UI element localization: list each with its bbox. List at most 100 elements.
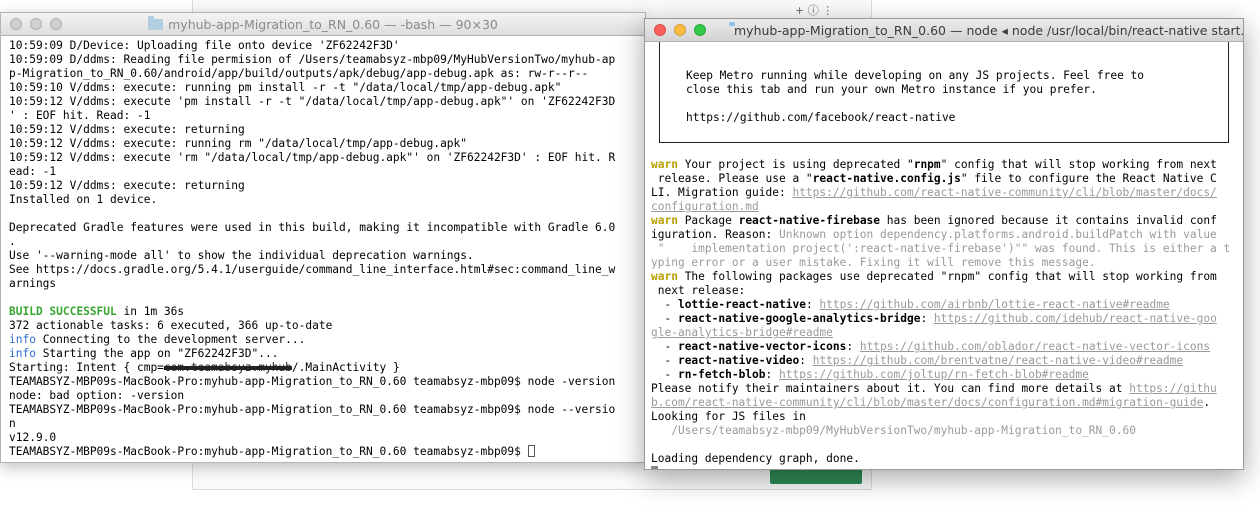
terminal-text: rnpm	[913, 158, 941, 171]
terminal-line: - react-native-vector-icons: https://git…	[651, 340, 1230, 354]
terminal-link[interactable]: configuration.md	[651, 200, 759, 213]
terminal-text: /.MainActivity }	[291, 361, 400, 374]
terminal-text: react-native.config.js	[812, 172, 961, 185]
zoom-button[interactable]	[50, 18, 62, 30]
terminal-text: iguration. Reason:	[651, 228, 779, 241]
terminal-line: /Users/teamabsyz-mbp09/MyHubVersionTwo/m…	[651, 424, 1230, 438]
metro-info-text: Keep Metro running while developing on a…	[686, 69, 1144, 125]
terminal-text: :	[846, 340, 860, 353]
background-extension-icons: + ⓘ ⋮	[795, 4, 834, 17]
terminal-text: v12.9.0	[9, 431, 57, 444]
terminal-text: TEAMABSYZ-MBP09s-MacBook-Pro:myhub-app-M…	[9, 375, 616, 388]
terminal-text: Please notify their maintainers about it…	[651, 382, 1130, 395]
terminal-line: See https://docs.gradle.org/5.4.1/usergu…	[9, 263, 645, 277]
terminal-line: node: bad option: -version	[9, 389, 645, 403]
terminal-text: Your project is using deprecated "	[677, 158, 914, 171]
terminal-text: 10:59:09 D/ddms: Reading file permision …	[9, 53, 616, 66]
terminal-text: 10:59:12 V/ddms: execute 'rm "/data/loca…	[9, 151, 616, 164]
terminal-line: .	[9, 235, 645, 249]
terminal-line: 10:59:12 V/ddms: execute: returning	[9, 179, 645, 193]
window-controls	[654, 24, 706, 36]
metro-terminal-window[interactable]: myhub-app-Migration_to_RN_0.60 — node ◂ …	[644, 18, 1244, 470]
terminal-text: -	[651, 298, 678, 311]
terminal-line: yping error or a user mistake. Fixing it…	[651, 256, 1230, 270]
terminal-line: iguration. Reason: Unknown option depend…	[651, 228, 1230, 242]
terminal-line: info Starting the app on "ZF62242F3D"...	[9, 347, 645, 361]
terminal-text: /Users/teamabsyz-mbp09/MyHubVersionTwo/m…	[651, 424, 1136, 437]
terminal-line: - react-native-google-analytics-bridge: …	[651, 312, 1230, 326]
terminal-link[interactable]: https://github.com/oblador/react-native-…	[860, 340, 1210, 353]
terminal-link[interactable]: https://github.com/brentvatne/react-nati…	[813, 354, 1183, 367]
terminal-link[interactable]: b.com/react-native-community/cli/blob/ma…	[651, 396, 1203, 409]
terminal-line: configuration.md	[651, 200, 1230, 214]
terminal-link[interactable]: https://github.com/react-native-communit…	[792, 186, 1216, 199]
terminal-text: 372 actionable tasks: 6 executed, 366 up…	[9, 319, 333, 332]
terminal-text: has been ignored because it contains inv…	[880, 214, 1217, 227]
terminal-line: ead: -1	[9, 165, 645, 179]
terminal-line: next release:	[651, 284, 1230, 298]
terminal-line: TEAMABSYZ-MBP09s-MacBook-Pro:myhub-app-M…	[9, 375, 645, 389]
terminal-text: lottie-react-native	[677, 298, 806, 311]
terminal-text: https://github.com/facebook/react-native	[686, 111, 956, 124]
terminal-text: BUILD SUCCESSFUL	[9, 305, 117, 318]
terminal-text: Installed on 1 device.	[9, 193, 158, 206]
minimize-button[interactable]	[30, 18, 42, 30]
terminal-text: The following packages use deprecated "r…	[677, 270, 1217, 283]
close-button[interactable]	[10, 18, 22, 30]
terminal-line: Looking for JS files in	[651, 410, 1230, 424]
close-button[interactable]	[654, 24, 666, 36]
window-title: myhub-app-Migration_to_RN_0.60 — node ◂ …	[734, 22, 1243, 38]
terminal-line: - lottie-react-native: https://github.co…	[651, 298, 1230, 312]
terminal-text: ' : EOF hit. Read: -1	[9, 109, 151, 122]
terminal-text: 10:59:09 D/Device: Uploading file onto d…	[9, 39, 400, 52]
terminal-line: 10:59:10 V/ddms: execute: running pm ins…	[9, 81, 645, 95]
bash-terminal-output[interactable]: 10:59:09 D/Device: Uploading file onto d…	[1, 36, 645, 459]
metro-terminal-output[interactable]: warn Your project is using deprecated "r…	[651, 144, 1231, 469]
zoom-button[interactable]	[694, 24, 706, 36]
terminal-line: 10:59:12 V/ddms: execute: returning	[9, 123, 645, 137]
terminal-line: Please notify their maintainers about it…	[651, 382, 1230, 396]
terminal-text: p-Migration_to_RN_0.60/android/app/build…	[9, 67, 589, 80]
terminal-line: 10:59:12 V/ddms: execute: running rm "/d…	[9, 137, 645, 151]
terminal-link[interactable]: https://githu	[1129, 382, 1217, 395]
terminal-text: info	[9, 347, 36, 360]
terminal-text: -	[651, 368, 678, 381]
terminal-text: react-native-vector-icons	[677, 340, 847, 353]
terminal-text: com.teamabsyz.myhub	[163, 361, 292, 374]
terminal-line: " implementation project(':react-native-…	[651, 242, 1231, 256]
terminal-text: yping error or a user mistake. Fixing it…	[651, 256, 1096, 269]
terminal-text: Package	[677, 214, 739, 227]
terminal-link[interactable]: https://github.com/airbnb/lottie-react-n…	[819, 298, 1169, 311]
terminal-link[interactable]: https://github.com/idehub/react-native-g…	[934, 312, 1217, 325]
terminal-line: Starting: Intent { cmp=com.teamabsyz.myh…	[9, 361, 645, 375]
terminal-text: 10:59:12 V/ddms: execute: returning	[9, 123, 245, 136]
terminal-text: " config that will stop working from nex…	[940, 158, 1217, 171]
terminal-line: warn Your project is using deprecated "r…	[651, 158, 1230, 172]
minimize-button[interactable]	[674, 24, 686, 36]
terminal-line: - react-native-video: https://github.com…	[651, 354, 1230, 368]
terminal-link[interactable]: https://github.com/joltup/rn-fetch-blob#…	[779, 368, 1089, 381]
terminal-line: 10:59:12 V/ddms: execute 'rm "/data/loca…	[9, 151, 645, 165]
terminal-text: TEAMABSYZ-MBP09s-MacBook-Pro:myhub-app-M…	[9, 445, 528, 458]
terminal-text: 10:59:12 V/ddms: execute 'pm install -r …	[9, 95, 616, 108]
folder-icon	[148, 15, 164, 30]
metro-terminal-titlebar[interactable]: myhub-app-Migration_to_RN_0.60 — node ◂ …	[645, 19, 1243, 42]
terminal-text: in 1m 36s	[116, 305, 185, 318]
terminal-text: 10:59:12 V/ddms: execute: running rm "/d…	[9, 137, 468, 150]
terminal-link[interactable]: gle-analytics-bridge#readme	[651, 326, 833, 339]
bash-terminal-titlebar[interactable]: myhub-app-Migration_to_RN_0.60 — -bash —…	[1, 13, 645, 36]
terminal-text: Looking for JS files in	[651, 410, 806, 423]
metro-info-box: Keep Metro running while developing on a…	[659, 42, 1229, 143]
terminal-text: release. Please use a "	[651, 172, 813, 185]
terminal-text: node: bad option: -version	[9, 389, 185, 402]
terminal-line: n	[9, 417, 645, 431]
terminal-text: .	[1203, 396, 1211, 409]
terminal-line: p-Migration_to_RN_0.60/android/app/build…	[9, 67, 645, 81]
terminal-text: warn	[651, 270, 678, 283]
bash-terminal-window[interactable]: myhub-app-Migration_to_RN_0.60 — -bash —…	[0, 12, 646, 463]
terminal-text: Use '--warning-mode all' to show the ind…	[9, 249, 474, 262]
